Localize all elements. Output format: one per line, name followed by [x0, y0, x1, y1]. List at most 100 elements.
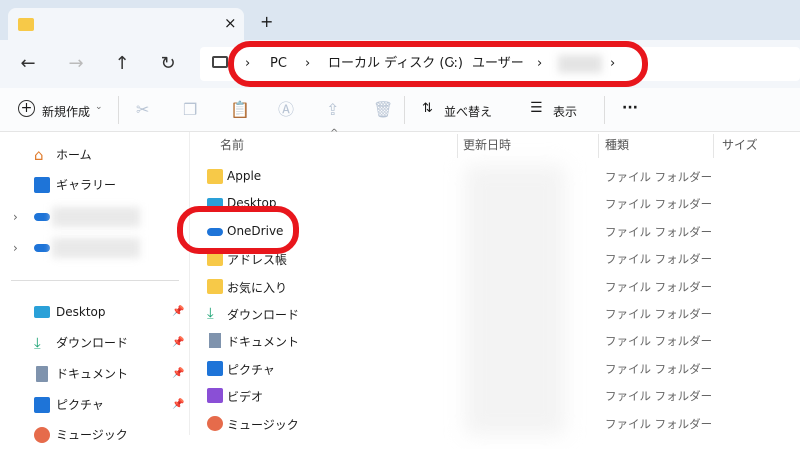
chevron-icon[interactable]: › [537, 47, 542, 81]
address-bar[interactable]: › PC › ローカル ディスク (C:) › ユーザー › › [200, 47, 800, 81]
breadcrumb-local-disk[interactable]: ローカル ディスク (C:) [328, 47, 463, 81]
sort-ascending-icon: ^ [330, 128, 339, 139]
view-button[interactable]: 表示 [553, 103, 577, 120]
chevron-icon[interactable]: › [610, 47, 615, 81]
sidebar-item-label: ギャラリー [56, 178, 117, 192]
sidebar-item-pictures[interactable]: ピクチャ 📌 [0, 391, 190, 419]
divider [604, 96, 605, 124]
new-button[interactable]: 新規作成 [42, 103, 90, 120]
new-tab-button[interactable]: + [260, 12, 273, 31]
sidebar-item-documents[interactable]: ドキュメント 📌 [0, 360, 190, 388]
sort-button[interactable]: 並べ替え [444, 103, 492, 120]
plus-circle-icon: + [18, 100, 35, 117]
file-row[interactable]: アドレス帳 ファイル フォルダー [195, 245, 800, 272]
paste-icon[interactable]: 📋 [230, 88, 250, 132]
file-type: ファイル フォルダー [605, 252, 713, 267]
breadcrumb-pc[interactable]: PC [270, 47, 287, 81]
file-row[interactable]: ドキュメント ファイル フォルダー [195, 327, 800, 354]
refresh-button[interactable]: ↻ [154, 50, 182, 78]
breadcrumb-username-blurred[interactable] [558, 55, 602, 73]
command-bar: + 新規作成 ⌄ ✂ ❐ 📋 Ⓐ ⇪ 🗑 ⇅ 並べ替え ☰ 表示 ··· [0, 88, 800, 132]
file-name: Desktop [227, 196, 277, 211]
download-icon: ⤓ [207, 304, 214, 322]
file-name: Apple [227, 169, 262, 183]
file-type: ファイル フォルダー [605, 389, 713, 404]
column-header-type[interactable]: 種類 [605, 136, 629, 153]
chevron-icon[interactable]: › [245, 47, 250, 81]
onedrive-icon [207, 227, 223, 236]
pin-icon[interactable]: 📌 [172, 391, 184, 419]
chevron-right-icon[interactable]: › [13, 203, 18, 231]
file-name: OneDrive [227, 223, 284, 238]
file-row[interactable]: ミュージック ファイル フォルダー [195, 410, 800, 437]
file-type: ファイル フォルダー [605, 279, 713, 294]
sidebar-item-onedrive-1[interactable]: › [0, 203, 190, 231]
music-icon [34, 427, 50, 443]
sidebar-item-gallery[interactable]: ギャラリー [0, 171, 190, 199]
sidebar-item-onedrive-2[interactable]: › [0, 234, 190, 262]
file-name: ドキュメント [227, 335, 300, 350]
document-icon [36, 366, 48, 382]
up-button[interactable]: ↑ [108, 50, 136, 78]
tab-current[interactable]: × [8, 8, 244, 40]
column-header-size[interactable]: サイズ [722, 136, 758, 153]
download-icon: ⤓ [34, 334, 41, 352]
sidebar-item-label: ピクチャ [56, 398, 104, 412]
column-separator[interactable] [598, 134, 599, 158]
column-header-name[interactable]: 名前 [220, 136, 244, 153]
sidebar-item-label: ミュージック [56, 428, 128, 442]
gallery-icon [34, 177, 50, 193]
sidebar-item-home[interactable]: ⌂ ホーム [0, 141, 190, 169]
file-type: ファイル フォルダー [605, 307, 713, 321]
chevron-icon[interactable]: › [305, 47, 310, 81]
sidebar-item-label: Desktop [56, 305, 106, 319]
file-row[interactable]: ピクチャ ファイル フォルダー [195, 355, 800, 382]
file-name: ダウンロード [227, 308, 300, 322]
column-separator[interactable] [713, 134, 714, 158]
pin-icon[interactable]: 📌 [172, 298, 184, 326]
folder-icon [18, 18, 34, 31]
share-icon[interactable]: ⇪ [326, 88, 339, 132]
home-icon: ⌂ [34, 146, 44, 164]
back-button[interactable]: ← [14, 50, 42, 78]
file-type: ファイル フォルダー [605, 224, 713, 239]
file-type: ファイル フォルダー [605, 197, 713, 212]
file-row[interactable]: お気に入り ファイル フォルダー [195, 273, 800, 300]
more-button[interactable]: ··· [622, 100, 638, 116]
file-row[interactable]: ⤓ ダウンロード ファイル フォルダー [195, 300, 800, 327]
file-type: ファイル フォルダー [605, 416, 713, 431]
forward-button[interactable]: → [62, 50, 90, 78]
chevron-icon[interactable]: › [450, 47, 455, 81]
onedrive-icon [34, 244, 50, 252]
sidebar-item-downloads[interactable]: ⤓ ダウンロード 📌 [0, 329, 190, 357]
sidebar-item-label: ダウンロード [56, 336, 129, 350]
copy-icon[interactable]: ❐ [183, 88, 197, 132]
divider [11, 280, 179, 281]
onedrive-icon [34, 213, 50, 221]
delete-icon[interactable]: 🗑 [373, 88, 393, 132]
file-row[interactable]: Desktop ファイル フォルダー [195, 190, 800, 217]
file-row[interactable]: OneDrive ファイル フォルダー [195, 218, 800, 245]
breadcrumb-users[interactable]: ユーザー [472, 47, 524, 81]
divider [404, 96, 405, 124]
file-type: ファイル フォルダー [605, 361, 713, 376]
file-row[interactable]: Apple ファイル フォルダー [195, 163, 800, 190]
pin-icon[interactable]: 📌 [172, 360, 184, 388]
blurred-label [52, 238, 140, 258]
cut-icon[interactable]: ✂ [136, 88, 149, 132]
column-separator[interactable] [457, 134, 458, 158]
chevron-right-icon[interactable]: › [13, 234, 18, 262]
pictures-icon [34, 397, 50, 413]
sidebar-item-music[interactable]: ミュージック [0, 421, 190, 449]
pin-icon[interactable]: 📌 [172, 329, 184, 357]
blurred-label [52, 207, 140, 227]
sidebar-item-desktop[interactable]: Desktop 📌 [0, 298, 190, 326]
column-header-date[interactable]: 更新日時 [463, 136, 511, 153]
sidebar-item-label: ホーム [56, 148, 92, 162]
chevron-down-icon: ⌄ [95, 102, 103, 112]
rename-icon[interactable]: Ⓐ [278, 88, 294, 132]
close-tab-button[interactable]: × [224, 14, 237, 32]
desktop-icon [34, 306, 50, 318]
file-row[interactable]: ビデオ ファイル フォルダー [195, 382, 800, 409]
file-name: ピクチャ [227, 362, 275, 377]
